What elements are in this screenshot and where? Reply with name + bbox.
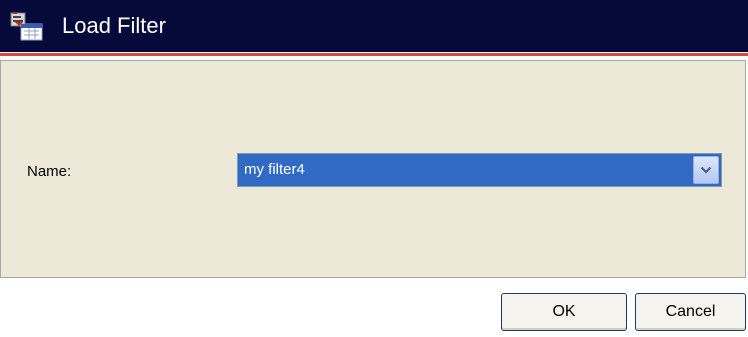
chevron-down-icon <box>700 166 712 174</box>
ok-button[interactable]: OK <box>501 293 627 331</box>
name-label: Name: <box>27 163 72 180</box>
load-filter-dialog: Load Filter Name: my filter4 OK Cancel <box>0 0 748 337</box>
cancel-button[interactable]: Cancel <box>635 293 746 331</box>
load-filter-icon <box>10 11 44 42</box>
selected-filter-name: my filter4 <box>244 161 305 178</box>
title-accent-line <box>0 52 748 60</box>
dialog-content: Name: my filter4 <box>0 60 746 278</box>
dropdown-button[interactable] <box>693 156 719 184</box>
filter-name-select[interactable]: my filter4 <box>237 153 722 187</box>
dialog-title: Load Filter <box>62 13 166 38</box>
title-bar: Load Filter <box>0 0 748 52</box>
